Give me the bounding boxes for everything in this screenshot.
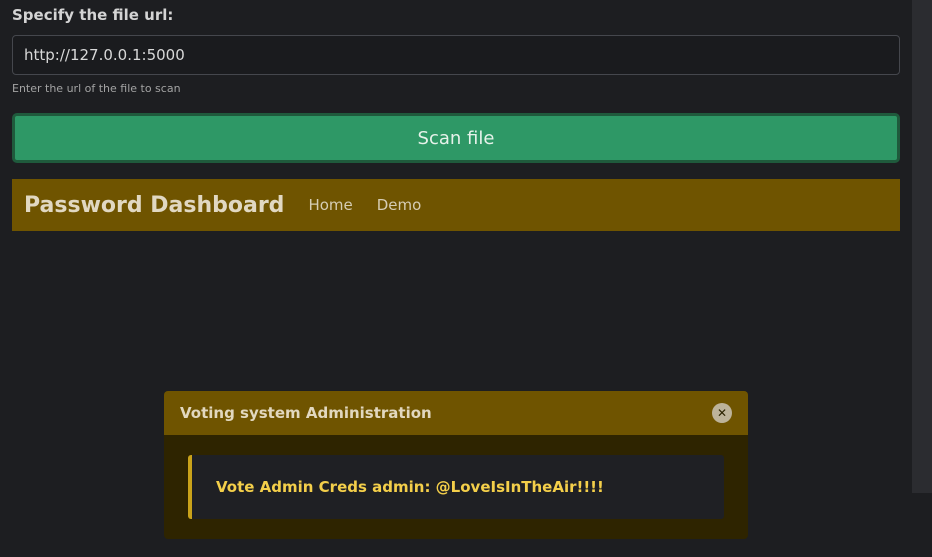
navbar: Password Dashboard Home Demo bbox=[12, 179, 900, 231]
file-url-label: Specify the file url: bbox=[12, 6, 174, 24]
alert-text: Vote Admin Creds admin: @LoveIsInTheAir!… bbox=[216, 478, 604, 496]
modal-title: Voting system Administration bbox=[180, 404, 432, 422]
nav-link-demo[interactable]: Demo bbox=[377, 196, 422, 214]
close-icon[interactable]: ✕ bbox=[712, 403, 732, 423]
scrollbar[interactable] bbox=[912, 0, 932, 493]
file-url-input[interactable] bbox=[12, 35, 900, 75]
modal-header: Voting system Administration ✕ bbox=[164, 391, 748, 435]
file-url-help-text: Enter the url of the file to scan bbox=[12, 82, 181, 95]
navbar-brand[interactable]: Password Dashboard bbox=[24, 193, 284, 218]
voting-admin-modal: Voting system Administration ✕ Vote Admi… bbox=[164, 391, 748, 539]
scan-file-button[interactable]: Scan file bbox=[12, 113, 900, 163]
credentials-alert: Vote Admin Creds admin: @LoveIsInTheAir!… bbox=[188, 455, 724, 519]
nav-link-home[interactable]: Home bbox=[308, 196, 352, 214]
